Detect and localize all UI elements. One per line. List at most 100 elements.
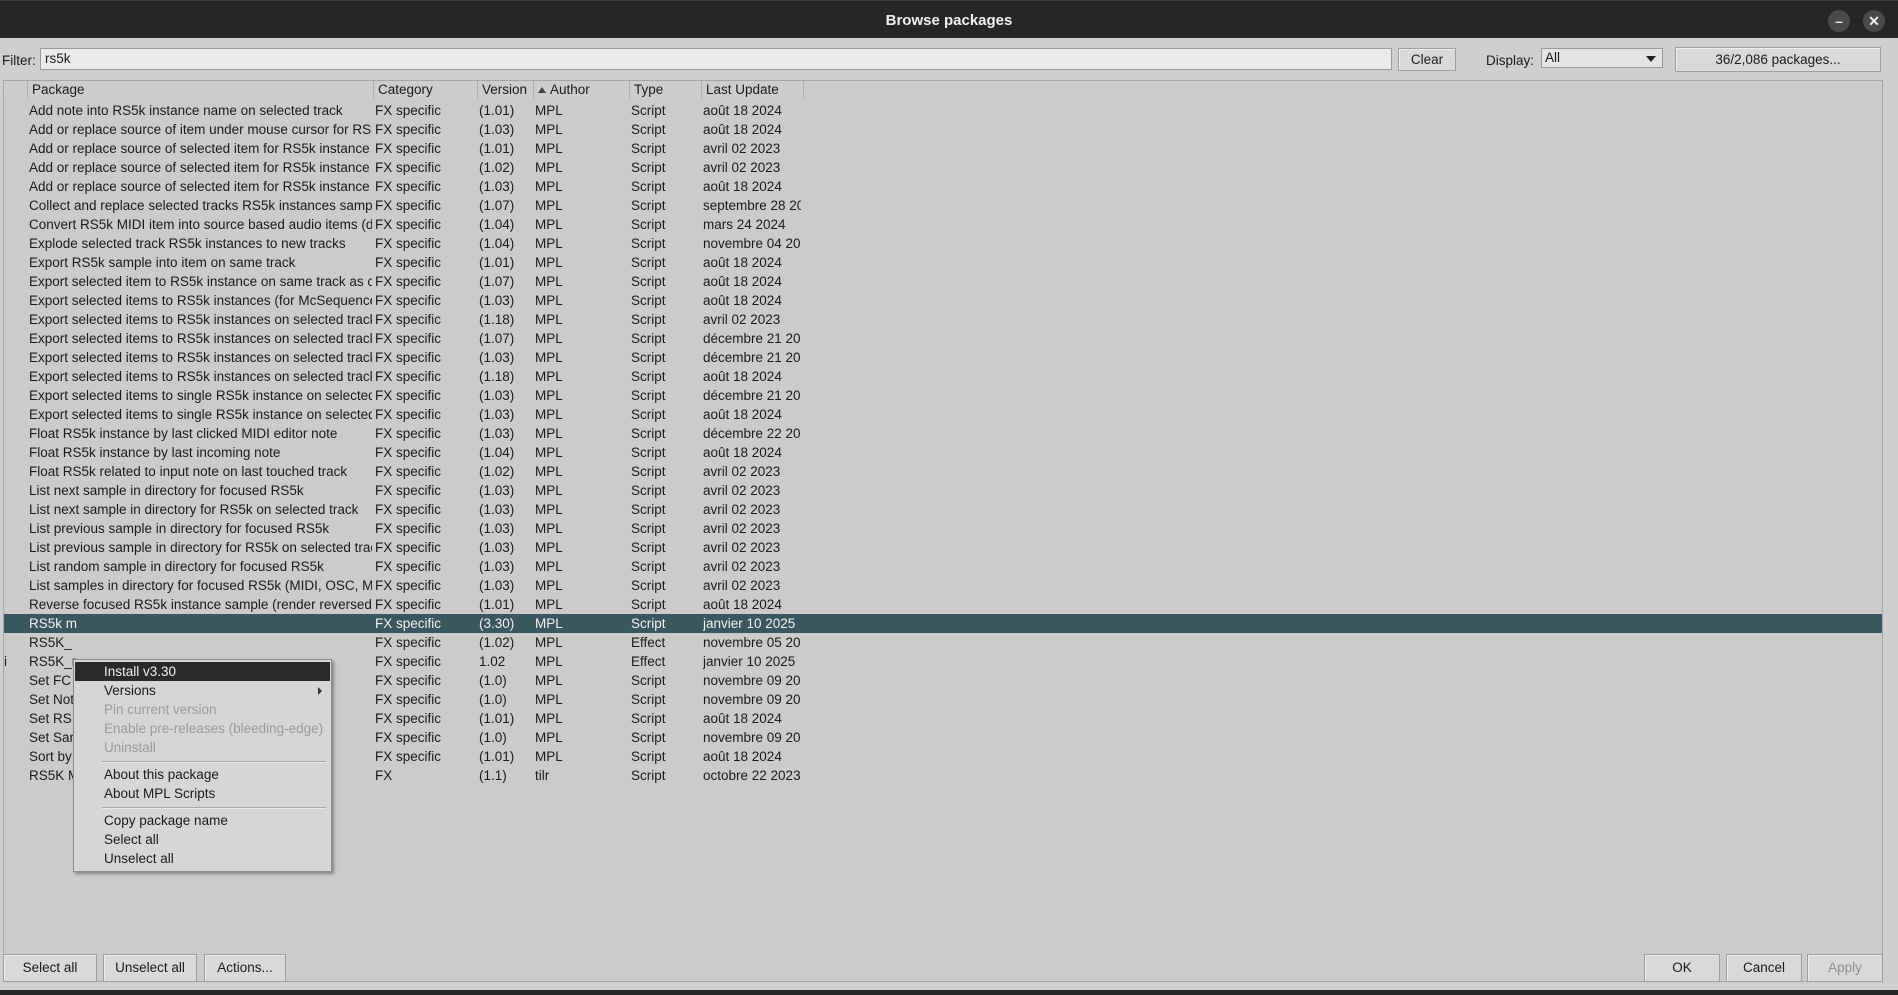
column-header-version[interactable]: Version [478,81,534,99]
table-row[interactable]: Reverse focused RS5k instance sample (re… [4,595,1882,614]
cell-version: (1.1) [479,768,507,783]
cell-package: Export selected items to single RS5k ins… [29,388,372,403]
cell-version: (1.03) [479,540,515,555]
cell-version: (1.03) [479,293,515,308]
cell-last-update: avril 02 2023 [703,141,781,156]
table-row[interactable]: Export selected items to RS5k instances … [4,310,1882,329]
table-row[interactable]: Export selected items to RS5k instances … [4,329,1882,348]
column-header-package[interactable]: Package [28,81,374,99]
window-bottom-edge [0,990,1898,995]
select-all-button[interactable]: Select all [3,954,97,982]
table-row[interactable]: Add or replace source of item under mous… [4,120,1882,139]
menu-item-versions[interactable]: Versions [75,681,330,700]
cell-category: FX specific [375,673,442,688]
cell-author: MPL [535,293,563,308]
cell-type: Script [631,407,666,422]
cell-author: MPL [535,654,563,669]
cell-last-update: novembre 09 202 [703,692,801,707]
cell-version: (1.0) [479,692,507,707]
table-row[interactable]: Add or replace source of selected item f… [4,139,1882,158]
cell-type: Script [631,464,666,479]
table-row[interactable]: Collect and replace selected tracks RS5k… [4,196,1882,215]
cell-type: Script [631,616,666,631]
table-row[interactable]: Add note into RS5k instance name on sele… [4,101,1882,120]
cell-version: (1.18) [479,369,515,384]
table-row[interactable]: List next sample in directory for RS5k o… [4,500,1882,519]
cell-category: FX specific [375,274,442,289]
cell-type: Script [631,255,666,270]
actions-button[interactable]: Actions... [204,954,286,982]
menu-item-uninstall[interactable]: Uninstall [75,738,330,757]
table-row[interactable]: RS5K_ FX specific (1.02) MPL Effect novembre … [4,633,1882,652]
filter-label: Filter: [2,53,36,68]
cell-author: MPL [535,369,563,384]
cell-version: 1.02 [479,654,506,669]
packages-count-button[interactable]: 36/2,086 packages... [1675,47,1881,72]
column-header-type[interactable]: Type [630,81,702,99]
table-row[interactable]: List random sample in directory for focu… [4,557,1882,576]
clear-button[interactable]: Clear [1398,48,1456,71]
table-row[interactable]: Add or replace source of selected item f… [4,158,1882,177]
filter-input[interactable]: rs5k [40,48,1392,70]
table-row[interactable]: List previous sample in directory for RS… [4,538,1882,557]
cancel-button[interactable]: Cancel [1726,954,1802,982]
cell-type: Script [631,483,666,498]
table-row[interactable]: Export selected items to single RS5k ins… [4,386,1882,405]
ok-button[interactable]: OK [1644,954,1720,982]
menu-item-enable-prereleases[interactable]: Enable pre-releases (bleeding-edge) [75,719,330,738]
table-row[interactable]: Explode selected track RS5k instances to… [4,234,1882,253]
table-row[interactable]: Float RS5k related to input note on last… [4,462,1882,481]
cell-category: FX specific [375,293,442,308]
table-row[interactable]: RS5k m FX specific (3.30) MPL Script janvier … [4,614,1882,633]
cell-status-marker [4,234,24,253]
table-row[interactable]: Add or replace source of selected item f… [4,177,1882,196]
cell-package: Explode selected track RS5k instances to… [29,236,346,251]
table-row[interactable]: List previous sample in directory for fo… [4,519,1882,538]
table-row[interactable]: Export selected items to single RS5k ins… [4,405,1882,424]
cell-status-marker [4,443,24,462]
apply-button[interactable]: Apply [1807,954,1883,982]
table-row[interactable]: List next sample in directory for focuse… [4,481,1882,500]
table-row[interactable]: Export selected items to RS5k instances … [4,348,1882,367]
cell-package: Float RS5k related to input note on last… [29,464,348,479]
column-header-author[interactable]: Author [534,81,630,99]
close-button[interactable]: ✕ [1863,10,1885,32]
cell-type: Script [631,578,666,593]
header-checkbox-column[interactable] [4,81,28,99]
unselect-all-button[interactable]: Unselect all [103,954,197,982]
cell-category: FX [375,768,393,783]
cell-version: (1.02) [479,160,515,175]
cell-last-update: août 18 2024 [703,711,782,726]
cell-author: MPL [535,635,563,650]
minimize-button[interactable]: – [1828,10,1850,32]
table-row[interactable]: Export selected items to RS5k instances … [4,291,1882,310]
table-row[interactable]: List samples in directory for focused RS… [4,576,1882,595]
menu-item-install[interactable]: Install v3.30 [75,662,330,681]
cell-last-update: avril 02 2023 [703,578,781,593]
list-header: Package Category Version Author Type Las… [4,81,1882,99]
menu-item-select-all[interactable]: Select all [75,830,330,849]
table-row[interactable]: Export selected items to RS5k instances … [4,367,1882,386]
cell-status-marker [4,595,24,614]
column-header-last-update[interactable]: Last Update [702,81,804,99]
menu-item-copy-package-name[interactable]: Copy package name [75,811,330,830]
table-row[interactable]: Convert RS5k MIDI item into source based… [4,215,1882,234]
cell-author: MPL [535,255,563,270]
menu-item-pin-version[interactable]: Pin current version [75,700,330,719]
table-row[interactable]: Export RS5k sample into item on same tra… [4,253,1882,272]
cell-author: tilr [535,768,550,783]
column-header-category[interactable]: Category [374,81,478,99]
cell-author: MPL [535,673,563,688]
cell-status-marker [4,557,24,576]
menu-item-unselect-all[interactable]: Unselect all [75,849,330,868]
cell-version: (1.03) [479,483,515,498]
menu-item-about-package[interactable]: About this package [75,765,330,784]
table-row[interactable]: Export selected item to RS5k instance on… [4,272,1882,291]
cell-author: MPL [535,749,563,764]
display-select[interactable]: All [1541,48,1663,68]
table-row[interactable]: Float RS5k instance by last incoming not… [4,443,1882,462]
cell-category: FX specific [375,692,442,707]
menu-item-about-repository[interactable]: About MPL Scripts [75,784,330,803]
table-row[interactable]: Float RS5k instance by last clicked MIDI… [4,424,1882,443]
cell-package: Export selected items to RS5k instances … [29,293,372,308]
